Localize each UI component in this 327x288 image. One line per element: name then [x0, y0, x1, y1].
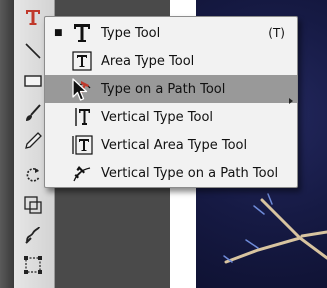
line-segment-icon [25, 43, 41, 59]
scale-tool-button[interactable] [18, 194, 48, 216]
mouse-pointer-icon [72, 78, 88, 101]
menu-item-label: Vertical Area Type Tool [101, 137, 248, 153]
menu-item-label: Type Tool [101, 25, 161, 41]
menu-item-label: Vertical Type on a Path Tool [101, 165, 279, 181]
menu-item-vertical-type-on-path-tool[interactable]: Vertical Type on a Path Tool [45, 159, 297, 187]
free-transform-tool-button[interactable] [18, 254, 48, 276]
vertical-type-tool-icon [69, 105, 95, 129]
type-tool-icon [69, 21, 95, 45]
pencil-icon [25, 132, 42, 149]
menu-item-type-tool[interactable]: ■ Type Tool (T) [45, 19, 297, 47]
warp-icon [25, 226, 40, 244]
menu-item-vertical-area-type-tool[interactable]: Vertical Area Type Tool [45, 131, 297, 159]
warp-tool-button[interactable] [18, 224, 48, 246]
vertical-type-on-path-tool-icon [69, 161, 95, 185]
vertical-area-type-tool-icon [69, 133, 95, 157]
selected-check-icon: ■ [54, 28, 63, 38]
rotate-icon [26, 168, 40, 182]
menu-item-area-type-tool[interactable]: Area Type Tool [45, 47, 297, 75]
menu-item-shortcut: (T) [268, 26, 285, 40]
type-tools-flyout-menu: ■ Type Tool (T) Area Type Tool Type on a… [44, 16, 298, 188]
area-type-tool-icon [69, 49, 95, 73]
flyout-arrow-icon [289, 98, 293, 104]
paintbrush-icon [26, 104, 41, 121]
menu-item-vertical-type-tool[interactable]: Vertical Type Tool [45, 103, 297, 131]
left-panel-edge [0, 0, 14, 288]
scale-icon [24, 196, 42, 214]
menu-item-label: Vertical Type Tool [101, 109, 214, 125]
type-tool-icon [26, 10, 40, 25]
rectangle-icon [24, 75, 42, 87]
menu-item-label: Area Type Tool [101, 53, 195, 69]
free-transform-icon [24, 256, 42, 274]
menu-item-label: Type on a Path Tool [101, 81, 226, 97]
